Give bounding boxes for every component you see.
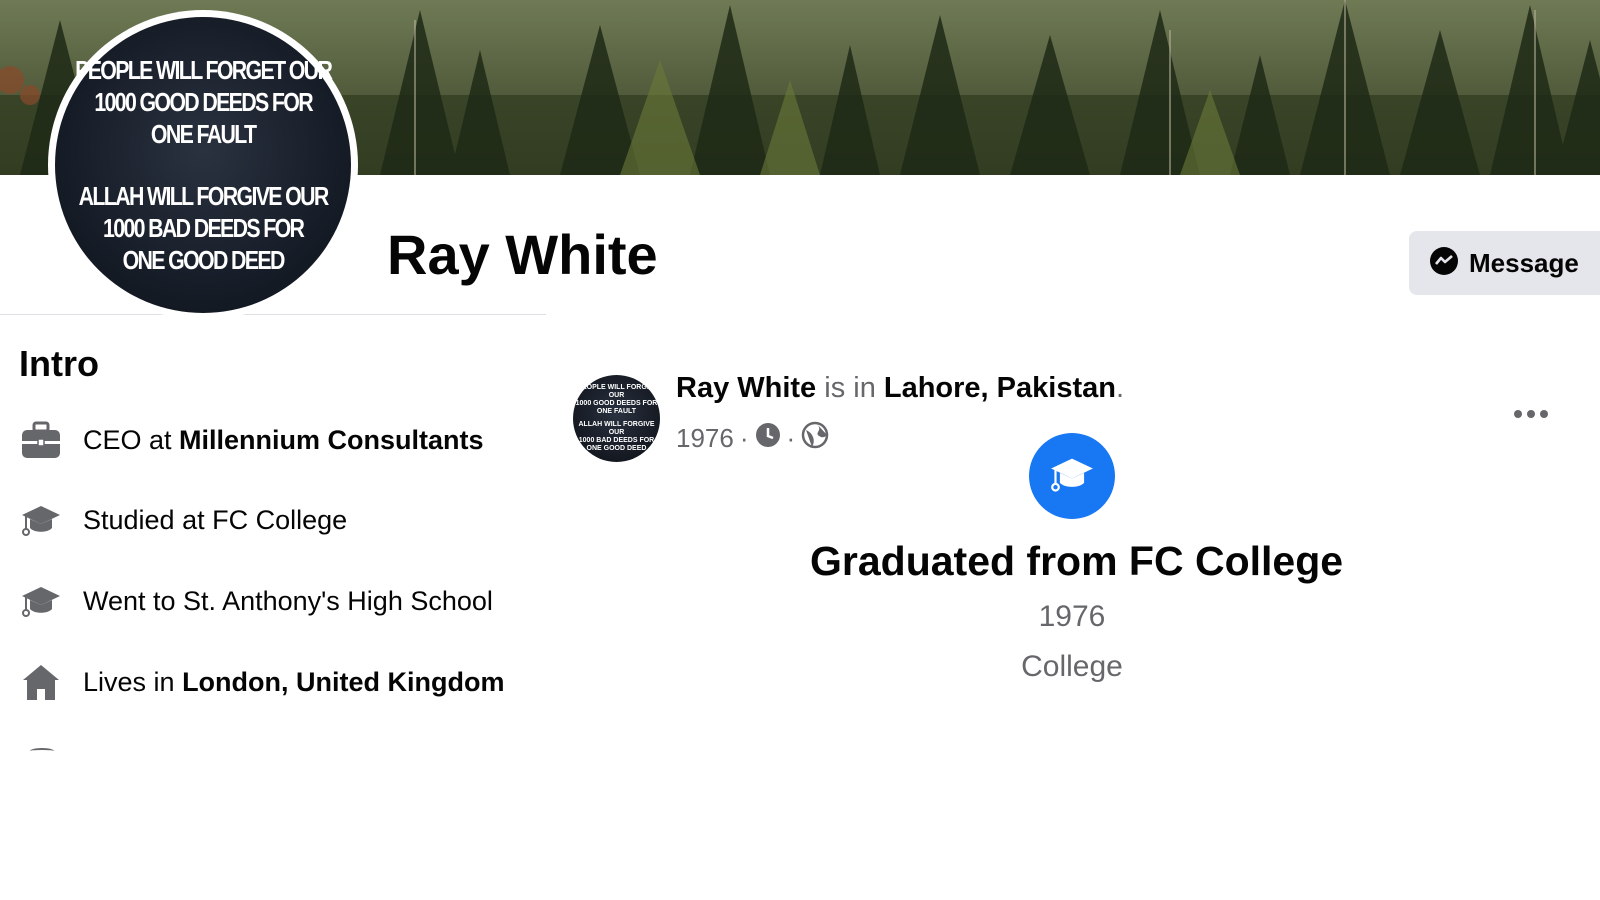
quote-line: 1000 GOOD DEEDS FOR [94, 87, 313, 117]
profile-picture[interactable]: PEOPLE WILL FORGET OUR 1000 GOOD DEEDS F… [48, 10, 358, 320]
partially-visible-icon [30, 748, 54, 754]
intro-item-text: Lives in London, United Kingdom [83, 666, 505, 697]
intro-item-education-school[interactable]: Went to St. Anthony's High School [19, 579, 493, 623]
post-author-link[interactable]: Ray White [676, 372, 816, 404]
quote-line: PEOPLE WILL FORGET OUR [74, 55, 333, 85]
life-event-type: College [1021, 650, 1123, 683]
intro-item-text: Studied at FC College [83, 504, 348, 535]
messenger-icon [1429, 246, 1459, 281]
post-connector: is in [816, 372, 884, 404]
life-event-title: Graduated from FC College [810, 538, 1344, 584]
quote-line: ALLAH WILL FORGIVE OUR [78, 181, 330, 211]
clock-icon [755, 422, 781, 455]
home-icon [19, 660, 63, 704]
briefcase-icon [19, 418, 63, 462]
post-location-link[interactable]: Lahore, Pakistan [884, 372, 1116, 404]
post-header: Ray White is in Lahore, Pakistan. [676, 372, 1125, 404]
divider [0, 314, 546, 315]
quote-line: ONE FAULT [150, 119, 257, 149]
more-icon [1513, 406, 1549, 424]
graduation-cap-icon [19, 498, 63, 542]
life-event-badge [1029, 433, 1115, 519]
intro-item-lives-in[interactable]: Lives in London, United Kingdom [19, 660, 505, 704]
profile-name: Ray White [387, 223, 658, 286]
intro-item-text: CEO at Millennium Consultants [83, 424, 484, 455]
message-button-label: Message [1469, 247, 1579, 278]
message-button[interactable]: Message [1409, 231, 1600, 295]
life-event-year: 1976 [1038, 600, 1106, 633]
post-author-avatar[interactable]: PEOPLE WILL FORGET OUR 1000 GOOD DEEDS F… [573, 375, 660, 462]
graduation-cap-icon [19, 579, 63, 623]
globe-icon[interactable] [801, 421, 829, 456]
intro-item-education-college[interactable]: Studied at FC College [19, 498, 347, 542]
graduation-cap-icon [1050, 454, 1094, 499]
post-year[interactable]: 1976 [676, 423, 734, 454]
post-meta: 1976 · · [676, 421, 829, 456]
post-options-button[interactable] [1505, 395, 1557, 435]
quote-line: ONE GOOD DEED [122, 245, 285, 275]
profile-picture-quote: PEOPLE WILL FORGET OUR 1000 GOOD DEEDS F… [55, 17, 351, 313]
intro-item-work[interactable]: CEO at Millennium Consultants [19, 418, 484, 462]
intro-title: Intro [19, 343, 99, 384]
quote-line: 1000 BAD DEEDS FOR [102, 213, 305, 243]
intro-item-text: Went to St. Anthony's High School [83, 585, 493, 616]
